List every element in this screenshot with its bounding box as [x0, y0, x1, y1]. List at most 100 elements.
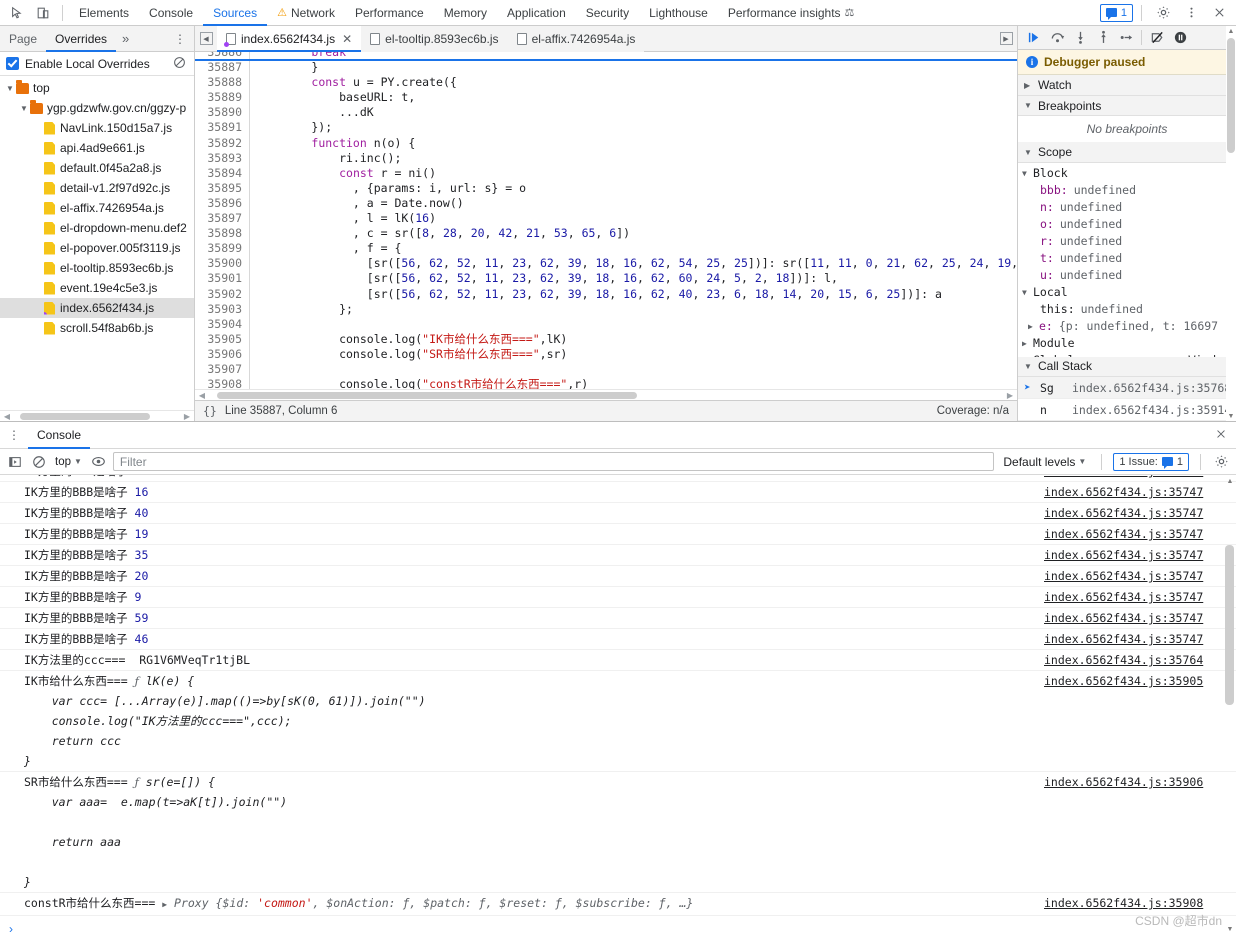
- inspect-element-icon[interactable]: [4, 1, 30, 25]
- code-line[interactable]: 35904: [195, 316, 1017, 332]
- editor-tabs-prev-button[interactable]: ◀: [195, 26, 217, 52]
- editor-scroll-left-arrow[interactable]: ◀: [197, 391, 207, 400]
- close-icon[interactable]: [1206, 1, 1232, 25]
- console-issues-badge[interactable]: 1 Issue: 1: [1113, 452, 1189, 471]
- console-message[interactable]: constR市给什么东西=== ▶ Proxy {$id: 'common', …: [0, 893, 1236, 916]
- execution-context-selector[interactable]: top ▼: [53, 456, 84, 468]
- tree-file[interactable]: scroll.54f8ab6b.js: [0, 318, 194, 338]
- tree-file[interactable]: NavLink.150d15a7.js: [0, 118, 194, 138]
- execution-context-icon[interactable]: [5, 452, 24, 471]
- code-line[interactable]: 35889 baseURL: t,: [195, 90, 1017, 106]
- editor-scroll-thumb[interactable]: [217, 391, 637, 399]
- pause-on-exceptions-button[interactable]: [1170, 28, 1190, 48]
- code-line[interactable]: 35895 , {params: i, url: s} = o: [195, 180, 1017, 196]
- chevron-right-icon[interactable]: ▶: [1028, 318, 1037, 335]
- tab-security[interactable]: Security: [576, 0, 639, 26]
- tab-application[interactable]: Application: [497, 0, 576, 26]
- console-message[interactable]: IK方法里的ccc=== RG1V6MVeqTr1tjBL index.6562f…: [0, 650, 1236, 671]
- console-message-source-link[interactable]: index.6562f434.js:35747: [1021, 524, 1236, 544]
- console-message[interactable]: SR市给什么东西=== ƒ sr(e=[]) { var aaa= e.map(…: [0, 772, 1236, 893]
- code-line[interactable]: 35887 }: [195, 60, 1017, 76]
- console-message[interactable]: IK方里的BBB是啥子 25index.6562f434.js:35747: [0, 475, 1236, 482]
- pretty-print-button[interactable]: {}: [203, 404, 217, 418]
- console-message[interactable]: IK方里的BBB是啥子 9 index.6562f434.js:35747: [0, 587, 1236, 608]
- code-line[interactable]: 35903 };: [195, 301, 1017, 317]
- step-over-button[interactable]: [1047, 28, 1067, 48]
- code-line[interactable]: 35890 ...dK: [195, 105, 1017, 121]
- clear-console-icon[interactable]: [29, 452, 48, 471]
- console-message[interactable]: IK方里的BBB是啥子 19 index.6562f434.js:35747: [0, 524, 1236, 545]
- console-message-source-link[interactable]: index.6562f434.js:35747: [1021, 587, 1236, 607]
- call-stack-section-header[interactable]: ▼ Call Stack: [1018, 356, 1236, 378]
- step-out-button[interactable]: [1093, 28, 1113, 48]
- resume-button[interactable]: [1024, 28, 1044, 48]
- gear-icon[interactable]: [1212, 452, 1231, 471]
- chevron-down-icon[interactable]: ▼: [1022, 284, 1031, 301]
- scroll-down-arrow[interactable]: ▼: [1226, 411, 1236, 421]
- console-message-source-link[interactable]: index.6562f434.js:35905: [1021, 671, 1236, 771]
- scope-variable[interactable]: n: undefined: [1018, 199, 1236, 216]
- tab-sources[interactable]: Sources: [203, 0, 267, 26]
- tab-network[interactable]: ⚠ Network: [267, 0, 345, 26]
- tab-lighthouse[interactable]: Lighthouse: [639, 0, 718, 26]
- scroll-right-arrow[interactable]: ▶: [182, 412, 192, 421]
- scroll-up-arrow[interactable]: ▲: [1226, 26, 1236, 36]
- step-into-button[interactable]: [1070, 28, 1090, 48]
- enable-local-overrides-row[interactable]: Enable Local Overrides: [0, 52, 194, 76]
- editor-scroll-right-arrow[interactable]: ▶: [1005, 391, 1015, 400]
- scope-variable[interactable]: bbb: undefined: [1018, 182, 1236, 199]
- console-message-source-link[interactable]: index.6562f434.js:35747: [1021, 503, 1236, 523]
- console-message-source-link[interactable]: index.6562f434.js:35747: [1021, 545, 1236, 565]
- code-content[interactable]: 35886 break 35887 } 35888 const u = PY.cre…: [195, 52, 1017, 389]
- device-toolbar-icon[interactable]: [30, 1, 56, 25]
- console-message-source-link[interactable]: index.6562f434.js:35747: [1021, 475, 1236, 481]
- console-scroll-up-arrow[interactable]: ▲: [1224, 475, 1236, 487]
- navigator-scroll-thumb[interactable]: [20, 412, 150, 420]
- tab-console[interactable]: Console: [28, 422, 90, 449]
- tree-file[interactable]: detail-v1.2f97d92c.js: [0, 178, 194, 198]
- navigator-kebab-icon[interactable]: ⋮: [166, 32, 194, 46]
- chevron-down-icon[interactable]: ▼: [18, 104, 30, 113]
- console-message[interactable]: IK方里的BBB是啥子 35 index.6562f434.js:35747: [0, 545, 1236, 566]
- console-message[interactable]: IK方里的BBB是啥子 40 index.6562f434.js:35747: [0, 503, 1236, 524]
- close-icon[interactable]: ✕: [342, 32, 352, 46]
- navigator-horizontal-scrollbar[interactable]: ◀ ▶: [0, 410, 194, 421]
- call-stack-location[interactable]: index.6562f434.js:35768: [1072, 381, 1231, 395]
- code-editor[interactable]: 35886 break 35887 } 35888 const u = PY.cre…: [195, 52, 1017, 389]
- editor-tab[interactable]: el-affix.7426954a.js: [507, 25, 645, 52]
- scope-variable[interactable]: t: undefined: [1018, 250, 1236, 267]
- tab-performance[interactable]: Performance: [345, 0, 434, 26]
- code-line[interactable]: 35901 [sr([56, 62, 52, 11, 23, 62, 39, 1…: [195, 271, 1017, 287]
- tree-file[interactable]: el-tooltip.8593ec6b.js: [0, 258, 194, 278]
- navigator-tab-overrides[interactable]: Overrides: [46, 26, 116, 52]
- editor-tab[interactable]: index.6562f434.js ✕: [217, 25, 362, 52]
- tree-folder[interactable]: ▼ ygp.gdzwfw.gov.cn/ggzy-p: [0, 98, 194, 118]
- console-message-source-link[interactable]: index.6562f434.js:35747: [1021, 629, 1236, 649]
- code-line[interactable]: 35899 , f = {: [195, 241, 1017, 257]
- live-expression-icon[interactable]: [89, 452, 108, 471]
- tree-file[interactable]: el-dropdown-menu.def2: [0, 218, 194, 238]
- console-message[interactable]: IK方里的BBB是啥子 59 index.6562f434.js:35747: [0, 608, 1236, 629]
- call-stack-location[interactable]: index.6562f434.js:35914: [1072, 403, 1231, 417]
- console-message-source-link[interactable]: index.6562f434.js:35747: [1021, 566, 1236, 586]
- log-levels-selector[interactable]: Default levels ▼: [999, 455, 1090, 469]
- clear-overrides-icon[interactable]: [173, 56, 186, 72]
- call-stack-frame[interactable]: ➤ Sg index.6562f434.js:35768: [1018, 377, 1236, 400]
- chevron-down-icon[interactable]: ▼: [4, 84, 16, 93]
- console-message-source-link[interactable]: index.6562f434.js:35747: [1021, 608, 1236, 628]
- watch-section-header[interactable]: ▶ Watch: [1018, 75, 1236, 96]
- console-vertical-scrollbar[interactable]: ▲ ▼: [1224, 475, 1236, 935]
- code-line[interactable]: 35906 console.log("SR市给什么东西===",sr): [195, 346, 1017, 362]
- debugger-vertical-scrollbar[interactable]: ▲ ▼: [1226, 26, 1236, 421]
- code-line[interactable]: 35907: [195, 361, 1017, 378]
- tree-file[interactable]: index.6562f434.js: [0, 298, 194, 318]
- scroll-left-arrow[interactable]: ◀: [2, 412, 12, 421]
- breakpoints-section-header[interactable]: ▼ Breakpoints: [1018, 95, 1236, 117]
- scope-variable[interactable]: o: undefined: [1018, 216, 1236, 233]
- tab-memory[interactable]: Memory: [434, 0, 497, 26]
- code-line[interactable]: 35900 [sr([56, 62, 52, 11, 23, 62, 39, 1…: [195, 256, 1017, 272]
- code-line[interactable]: 35892 function n(o) {: [195, 135, 1017, 151]
- issues-badge[interactable]: 1: [1099, 3, 1133, 22]
- tree-file[interactable]: el-popover.005f3119.js: [0, 238, 194, 258]
- code-line[interactable]: 35888 const u = PY.create({: [195, 75, 1017, 91]
